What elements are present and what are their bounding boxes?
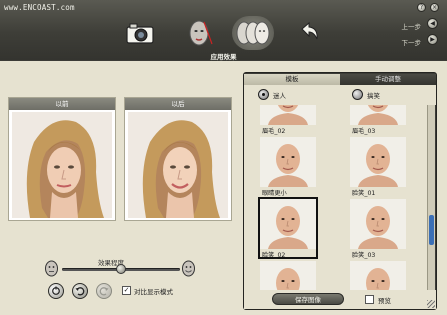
- template-face-image: [260, 199, 316, 249]
- camera-icon: [126, 23, 154, 44]
- template-scrollbar[interactable]: [427, 105, 435, 290]
- effect-controls: 效果程度 ✓ 对比显示模式: [40, 253, 200, 313]
- redo-icon: [99, 287, 109, 296]
- template-thumbnail-label: 脸笑_02: [262, 252, 286, 259]
- template-face-image: [260, 105, 316, 125]
- before-photo: [12, 112, 112, 218]
- undo-button[interactable]: [296, 18, 322, 48]
- face-morph-icon: [236, 21, 270, 45]
- template-face-image: [260, 261, 316, 290]
- site-logo: www.ENCOAST.com: [4, 3, 75, 12]
- template-face-image: [260, 137, 316, 187]
- template-thumbnail[interactable]: 眼睛更小: [260, 137, 316, 197]
- preview-checkbox[interactable]: [365, 295, 374, 304]
- camera-button[interactable]: [124, 18, 156, 48]
- template-thumbnail-label: 眼睛更小: [262, 190, 287, 197]
- next-arrow-icon[interactable]: ▶: [427, 34, 438, 45]
- tab-manual-adjust[interactable]: 手动调整: [340, 74, 436, 85]
- template-thumbnail[interactable]: 眉毛_03: [350, 105, 406, 135]
- prev-step-link[interactable]: 上一步: [402, 21, 422, 31]
- section-title: 应用效果: [210, 53, 237, 61]
- help-icon[interactable]: ?: [417, 3, 426, 12]
- face-smile-icon: [182, 260, 195, 277]
- template-face-image: [350, 137, 406, 187]
- effect-slider-thumb[interactable]: [116, 264, 126, 274]
- face-neutral-icon: [45, 260, 58, 277]
- template-thumbnail[interactable]: [260, 261, 316, 290]
- template-thumbnail[interactable]: [350, 261, 406, 290]
- template-thumbnail[interactable]: 脸笑_02: [258, 197, 318, 259]
- template-thumbnail-label: 脸笑_03: [352, 252, 376, 259]
- scrollbar-thumb[interactable]: [429, 215, 434, 245]
- template-thumbnail[interactable]: 脸笑_03: [350, 199, 406, 259]
- radio-charming-label: 迷人: [273, 92, 286, 100]
- reset-button[interactable]: [48, 283, 64, 299]
- undo-effect-button[interactable]: [72, 283, 88, 299]
- prev-arrow-icon[interactable]: ◀: [427, 18, 438, 29]
- preview-label: 预览: [378, 297, 391, 305]
- radio-charming[interactable]: [258, 89, 269, 100]
- radio-funny-label: 搞笑: [367, 92, 380, 100]
- reset-icon: [52, 286, 60, 295]
- face-edit-icon: [189, 20, 213, 46]
- template-panel: 模板 手动调整 迷人 搞笑 眉毛_02 眉毛_03 眼睛更小 脸笑_01 脸笑_02 脸笑…: [243, 72, 437, 310]
- undo-icon: [75, 287, 85, 296]
- main-area: 以前 以后 效果程度 ✓ 对比显示模式 模板 手动调整 迷人 搞笑 眉毛_02 …: [0, 61, 447, 315]
- before-panel: 以前: [8, 97, 116, 221]
- template-thumbnail[interactable]: 脸笑_01: [350, 137, 406, 197]
- next-step-link[interactable]: 下一步: [402, 37, 422, 47]
- compare-mode-label: 对比显示模式: [134, 288, 173, 296]
- compare-mode-checkbox[interactable]: ✓: [122, 286, 131, 295]
- template-face-image: [350, 261, 406, 290]
- face-morph-button[interactable]: [232, 16, 274, 50]
- top-toolbar: www.ENCOAST.com ? × 上一步 ◀ 下一步 ▶ 应用效果: [0, 0, 447, 61]
- template-footer: 保存图像 预览: [244, 290, 436, 309]
- after-photo: [128, 112, 228, 218]
- after-panel: 以后: [124, 97, 232, 221]
- template-thumbnail[interactable]: 眉毛_02: [260, 105, 316, 135]
- tab-templates[interactable]: 模板: [244, 74, 340, 85]
- save-image-button[interactable]: 保存图像: [272, 293, 344, 305]
- template-thumbnail-label: 脸笑_01: [352, 190, 376, 197]
- face-edit-button[interactable]: [184, 18, 216, 48]
- template-face-image: [350, 105, 406, 125]
- template-thumbnail-label: 眉毛_03: [352, 128, 376, 135]
- undo-arrow-icon: [301, 21, 318, 40]
- template-face-image: [350, 199, 406, 249]
- before-label: 以前: [9, 98, 115, 110]
- radio-funny[interactable]: [352, 89, 363, 100]
- close-icon[interactable]: ×: [430, 3, 439, 12]
- template-grid: 眉毛_02 眉毛_03 眼睛更小 脸笑_01 脸笑_02 脸笑_03: [244, 105, 428, 290]
- style-radio-group: 迷人 搞笑: [244, 85, 436, 105]
- template-thumbnail-label: 眉毛_02: [262, 128, 286, 135]
- redo-effect-button[interactable]: [96, 283, 112, 299]
- resize-grip-icon[interactable]: [427, 300, 435, 308]
- after-label: 以后: [125, 98, 231, 110]
